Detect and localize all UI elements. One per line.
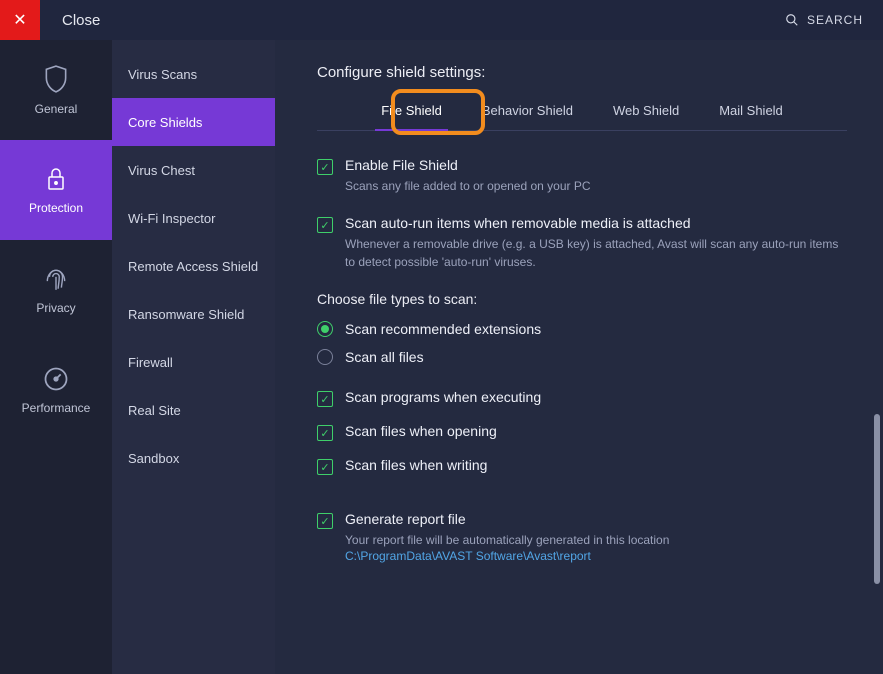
subnav-item-firewall[interactable]: Firewall	[112, 338, 275, 386]
checkbox-scan-autorun[interactable]	[317, 217, 333, 233]
setting-scan-write: Scan files when writing	[317, 457, 847, 475]
subnav-item-remote-access-shield[interactable]: Remote Access Shield	[112, 242, 275, 290]
label-radio-all: Scan all files	[345, 349, 424, 365]
lock-icon	[44, 165, 68, 193]
checkbox-generate-report[interactable]	[317, 513, 333, 529]
close-button[interactable]: ✕	[0, 0, 40, 40]
subnav-item-core-shields[interactable]: Core Shields	[112, 98, 275, 146]
nav-label: General	[35, 102, 78, 116]
label-scan-open: Scan files when opening	[345, 423, 497, 441]
report-path-link[interactable]: C:\ProgramData\AVAST Software\Avast\repo…	[345, 549, 847, 563]
body: General Protection Privacy Performance	[0, 40, 883, 674]
checkbox-scan-open[interactable]	[317, 425, 333, 441]
fingerprint-icon	[43, 265, 69, 293]
subnav-item-virus-chest[interactable]: Virus Chest	[112, 146, 275, 194]
gauge-icon	[42, 365, 70, 393]
checkbox-scan-write[interactable]	[317, 459, 333, 475]
radio-recommended-extensions[interactable]	[317, 321, 333, 337]
nav-item-performance[interactable]: Performance	[0, 340, 112, 440]
subnav-item-sandbox[interactable]: Sandbox	[112, 434, 275, 482]
desc-scan-autorun: Whenever a removable drive (e.g. a USB k…	[345, 235, 847, 271]
radio-scan-all-files[interactable]	[317, 349, 333, 365]
shield-icon	[43, 64, 69, 94]
close-icon: ✕	[13, 10, 26, 30]
page-heading: Configure shield settings:	[317, 64, 847, 81]
tab-web-shield[interactable]: Web Shield	[607, 95, 685, 130]
label-generate-report: Generate report file	[345, 511, 847, 527]
subnav-item-virus-scans[interactable]: Virus Scans	[112, 50, 275, 98]
tab-behavior-shield[interactable]: Behavior Shield	[476, 95, 579, 130]
search-button[interactable]: SEARCH	[785, 13, 863, 27]
scrollbar-thumb[interactable]	[874, 414, 880, 584]
checkbox-enable-file-shield[interactable]	[317, 159, 333, 175]
label-radio-recommended: Scan recommended extensions	[345, 321, 541, 337]
subnav: Virus Scans Core Shields Virus Chest Wi-…	[112, 40, 275, 674]
nav-item-protection[interactable]: Protection	[0, 140, 112, 240]
desc-enable-file-shield: Scans any file added to or opened on you…	[345, 177, 847, 195]
app-window: ✕ Close SEARCH General Protection	[0, 0, 883, 674]
label-scan-write: Scan files when writing	[345, 457, 487, 475]
label-enable-file-shield: Enable File Shield	[345, 157, 847, 173]
subnav-item-real-site[interactable]: Real Site	[112, 386, 275, 434]
nav-item-general[interactable]: General	[0, 40, 112, 140]
search-label: SEARCH	[807, 13, 863, 27]
tab-file-shield[interactable]: File Shield	[375, 95, 448, 130]
heading-file-types: Choose file types to scan:	[317, 291, 847, 307]
radio-row-recommended[interactable]: Scan recommended extensions	[317, 321, 847, 337]
desc-generate-report: Your report file will be automatically g…	[345, 531, 847, 549]
checkbox-scan-exec[interactable]	[317, 391, 333, 407]
label-scan-exec: Scan programs when executing	[345, 389, 541, 407]
search-icon	[785, 13, 799, 27]
close-label: Close	[62, 12, 100, 29]
nav-rail: General Protection Privacy Performance	[0, 40, 112, 674]
tab-mail-shield[interactable]: Mail Shield	[713, 95, 789, 130]
shield-tabs: File Shield Behavior Shield Web Shield M…	[317, 95, 847, 131]
nav-label: Performance	[22, 401, 91, 415]
titlebar: ✕ Close SEARCH	[0, 0, 883, 40]
subnav-item-wifi-inspector[interactable]: Wi-Fi Inspector	[112, 194, 275, 242]
setting-generate-report: Generate report file Your report file wi…	[317, 511, 847, 563]
content-panel: Configure shield settings: File Shield B…	[275, 40, 883, 674]
label-scan-autorun: Scan auto-run items when removable media…	[345, 215, 847, 231]
setting-enable-file-shield: Enable File Shield Scans any file added …	[317, 157, 847, 195]
subnav-item-ransomware-shield[interactable]: Ransomware Shield	[112, 290, 275, 338]
nav-label: Protection	[29, 201, 83, 215]
setting-scan-open: Scan files when opening	[317, 423, 847, 441]
nav-item-privacy[interactable]: Privacy	[0, 240, 112, 340]
radio-row-all[interactable]: Scan all files	[317, 349, 847, 365]
setting-scan-exec: Scan programs when executing	[317, 389, 847, 407]
setting-scan-autorun: Scan auto-run items when removable media…	[317, 215, 847, 271]
nav-label: Privacy	[36, 301, 75, 315]
